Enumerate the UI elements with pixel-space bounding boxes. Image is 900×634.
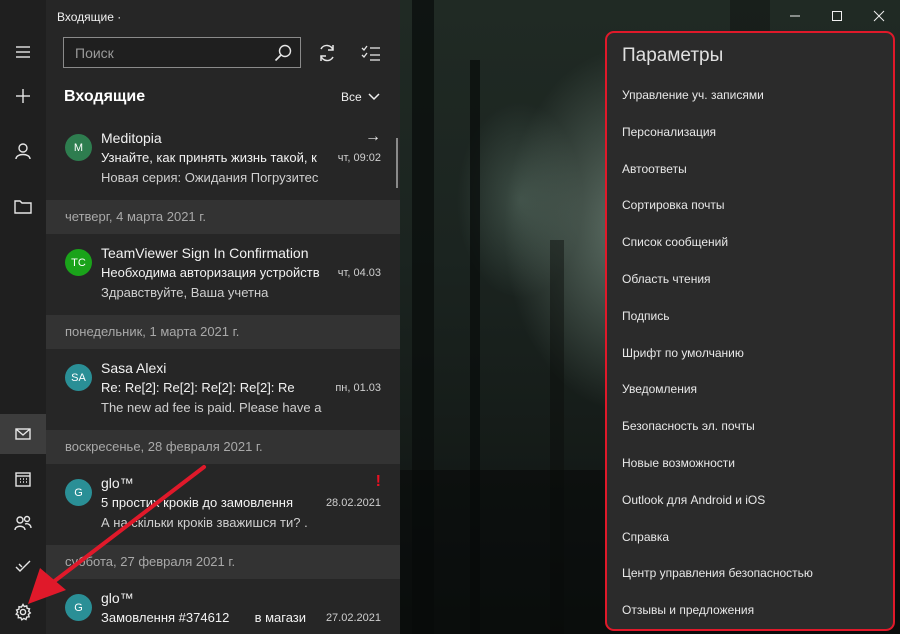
message-item[interactable]: TC TeamViewer Sign In Confirmation Необх… <box>46 234 400 315</box>
message-preview: Новая серия: Ожидания Погрузитес <box>101 170 319 185</box>
forward-arrow-icon: → <box>365 128 381 145</box>
gear-icon <box>15 603 32 621</box>
maximize-button[interactable] <box>816 0 858 32</box>
settings-panel: Параметры Управление уч. записями Персон… <box>605 31 895 631</box>
avatar: SA <box>65 364 92 391</box>
minimize-button[interactable] <box>774 0 816 32</box>
search-placeholder: Поиск <box>75 45 114 61</box>
message-subject: Re: Re[2]: Re[2]: Re[2]: Re[2]: Re <box>101 380 295 395</box>
settings-list: Управление уч. записями Персонализация А… <box>622 85 813 634</box>
date-separator: четверг, 4 марта 2021 г. <box>46 200 400 234</box>
message-sender: Sasa Alexi <box>101 360 167 376</box>
message-subject: 5 простих кроків до замовлення <box>101 495 294 510</box>
date-separator-label: воскресенье, 28 февраля 2021 г. <box>65 439 263 454</box>
settings-item-focused-inbox[interactable]: Сортировка почты <box>622 195 813 232</box>
settings-title: Параметры <box>622 45 724 66</box>
date-separator: суббота, 27 февраля 2021 г. <box>46 545 400 579</box>
settings-item-whats-new[interactable]: Новые возможности <box>622 453 813 490</box>
settings-item-notifications[interactable]: Уведомления <box>622 379 813 416</box>
hamburger-button[interactable] <box>0 32 46 72</box>
scrollbar[interactable] <box>396 138 398 188</box>
message-sender: glo™ <box>101 590 134 606</box>
message-preview: The new ad fee is paid. Please have a <box>101 400 322 415</box>
date-separator-label: суббота, 27 февраля 2021 г. <box>65 554 236 569</box>
settings-button[interactable] <box>0 592 46 632</box>
message-subject: Замовлення #374612 в магази <box>101 610 307 625</box>
settings-item-signature[interactable]: Подпись <box>622 306 813 343</box>
people-button[interactable] <box>0 503 46 543</box>
filter-label: Все <box>341 90 362 104</box>
todo-button[interactable] <box>0 546 46 586</box>
settings-item-help[interactable]: Справка <box>622 527 813 564</box>
message-item[interactable]: SA Sasa Alexi Re: Re[2]: Re[2]: Re[2]: R… <box>46 349 400 430</box>
close-icon <box>873 10 885 22</box>
sync-icon <box>320 44 334 62</box>
maximize-icon <box>832 11 842 21</box>
message-subject: Необходима авторизация устройств <box>101 265 320 280</box>
accounts-button[interactable] <box>0 131 46 171</box>
settings-item-default-font[interactable]: Шрифт по умолчанию <box>622 343 813 380</box>
avatar: G <box>65 594 92 621</box>
message-date: чт, 04.03 <box>337 267 381 279</box>
folders-button[interactable] <box>0 186 46 226</box>
mail-icon <box>15 428 31 440</box>
message-sender: Meditopia <box>101 130 162 146</box>
folder-icon <box>14 199 32 214</box>
account-icon <box>15 143 31 160</box>
folder-heading: Входящие <box>64 88 146 105</box>
hamburger-icon <box>16 46 30 58</box>
message-date: чт, 09:02 <box>337 152 381 164</box>
message-date: пн, 01.03 <box>335 382 381 394</box>
mail-button[interactable] <box>0 414 46 454</box>
message-date: 28.02.2021 <box>325 497 381 509</box>
message-subject: Узнайте, как принять жизнь такой, к <box>101 150 317 165</box>
settings-item-auto-replies[interactable]: Автоответы <box>622 159 813 196</box>
settings-item-email-security[interactable]: Безопасность эл. почты <box>622 416 813 453</box>
selection-mode-button[interactable] <box>358 40 384 66</box>
date-separator-label: понедельник, 1 марта 2021 г. <box>65 324 240 339</box>
message-preview: А на скільки кроків зважишся ти? . <box>101 515 308 530</box>
sync-button[interactable] <box>314 40 340 66</box>
message-item[interactable]: G glo™ Замовлення #374612 в магази 27.02… <box>46 579 400 634</box>
message-sender: TeamViewer Sign In Confirmation <box>101 245 309 261</box>
date-separator: воскресенье, 28 февраля 2021 г. <box>46 430 400 464</box>
date-separator-label: четверг, 4 марта 2021 г. <box>65 209 207 224</box>
minimize-icon <box>790 15 800 17</box>
message-sender: glo™ <box>101 475 134 491</box>
message-item[interactable]: M Meditopia Узнайте, как принять жизнь т… <box>46 119 400 200</box>
search-input[interactable]: Поиск <box>63 37 301 68</box>
settings-item-feedback[interactable]: Отзывы и предложения <box>622 600 813 634</box>
people-icon <box>14 515 32 531</box>
avatar: G <box>65 479 92 506</box>
calendar-button[interactable] <box>0 459 46 499</box>
checklist-icon <box>361 45 380 61</box>
filter-dropdown[interactable]: Все <box>341 90 380 104</box>
plus-icon <box>16 89 30 103</box>
chevron-down-icon <box>368 93 380 101</box>
search-icon[interactable] <box>274 44 292 62</box>
settings-item-trust-center[interactable]: Центр управления безопасностью <box>622 563 813 600</box>
important-flag-icon: ! <box>375 473 381 490</box>
avatar: TC <box>65 249 92 276</box>
settings-item-message-list[interactable]: Список сообщений <box>622 232 813 269</box>
message-item[interactable]: G glo™ 5 простих кроків до замовлення А … <box>46 464 400 545</box>
calendar-icon <box>15 472 31 487</box>
new-mail-button[interactable] <box>0 76 46 116</box>
window-title: Входящие · <box>57 10 122 24</box>
settings-item-reading-pane[interactable]: Область чтения <box>622 269 813 306</box>
nav-rail <box>0 0 46 634</box>
todo-icon <box>15 560 31 572</box>
message-preview: Здравствуйте, Ваша учетна <box>101 285 269 300</box>
settings-item-outlook-mobile[interactable]: Outlook для Android и iOS <box>622 490 813 527</box>
message-list-pane: Входящие · Поиск Входящие Все M Meditopi… <box>46 0 400 634</box>
date-separator: понедельник, 1 марта 2021 г. <box>46 315 400 349</box>
settings-item-personalization[interactable]: Персонализация <box>622 122 813 159</box>
settings-item-accounts[interactable]: Управление уч. записями <box>622 85 813 122</box>
message-date: 27.02.2021 <box>325 612 381 624</box>
close-button[interactable] <box>858 0 900 32</box>
avatar: M <box>65 134 92 161</box>
